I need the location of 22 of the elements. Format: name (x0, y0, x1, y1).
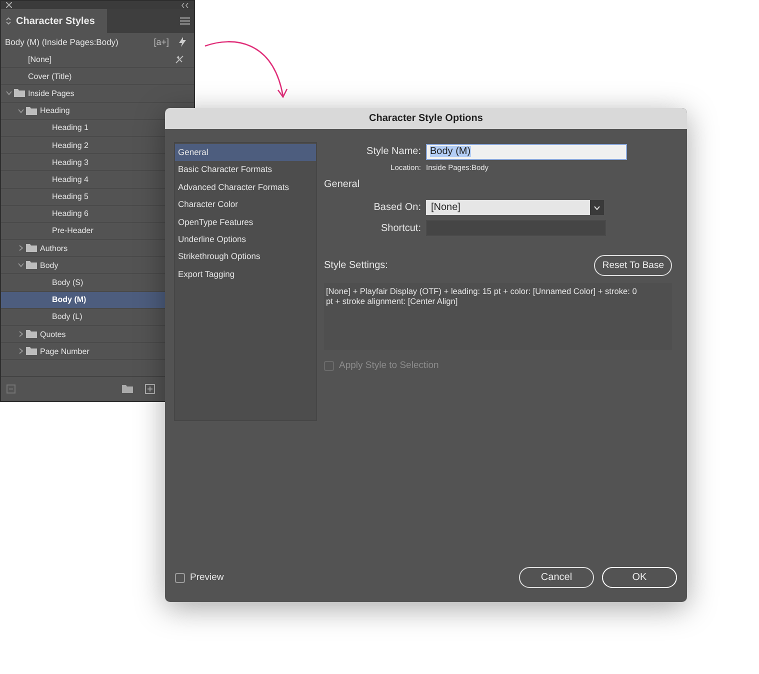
style-row[interactable]: Cover (Title) (1, 68, 194, 86)
cancel-button[interactable]: Cancel (519, 567, 594, 588)
checkbox-label: Apply Style to Selection (339, 360, 439, 371)
new-style-button[interactable]: [a+] (154, 37, 169, 47)
section-heading: Style Settings: (324, 260, 388, 271)
ok-button[interactable]: OK (602, 567, 677, 588)
field-label: Style Name: (366, 146, 421, 157)
reset-to-base-button[interactable]: Reset To Base (594, 255, 672, 276)
style-row[interactable]: [None] (1, 51, 194, 68)
panel-tab[interactable]: Character Styles (1, 9, 107, 33)
panel-title: Character Styles (16, 16, 95, 26)
field-label: Shortcut: (380, 222, 421, 234)
checkbox-label: Preview (190, 572, 224, 583)
section-heading: General (324, 179, 361, 190)
folder-row[interactable]: Inside Pages (1, 85, 194, 103)
style-name-field[interactable]: Body (M) (426, 144, 627, 160)
settings-text: [None] + Playfair Display (OTF) + leading: 15 pt + color: [Unnamed Color] + stroke: 0 pt + stroke alignment: [Center Align] (326, 286, 638, 306)
category-item[interactable]: General (175, 144, 316, 162)
based-on-dropdown[interactable]: [None] (426, 200, 604, 215)
current-style: Body (M) (Inside Pages:Body) (5, 37, 118, 47)
field-label: Based On: (372, 202, 421, 213)
dialog-title: Character Style Options (165, 108, 687, 129)
